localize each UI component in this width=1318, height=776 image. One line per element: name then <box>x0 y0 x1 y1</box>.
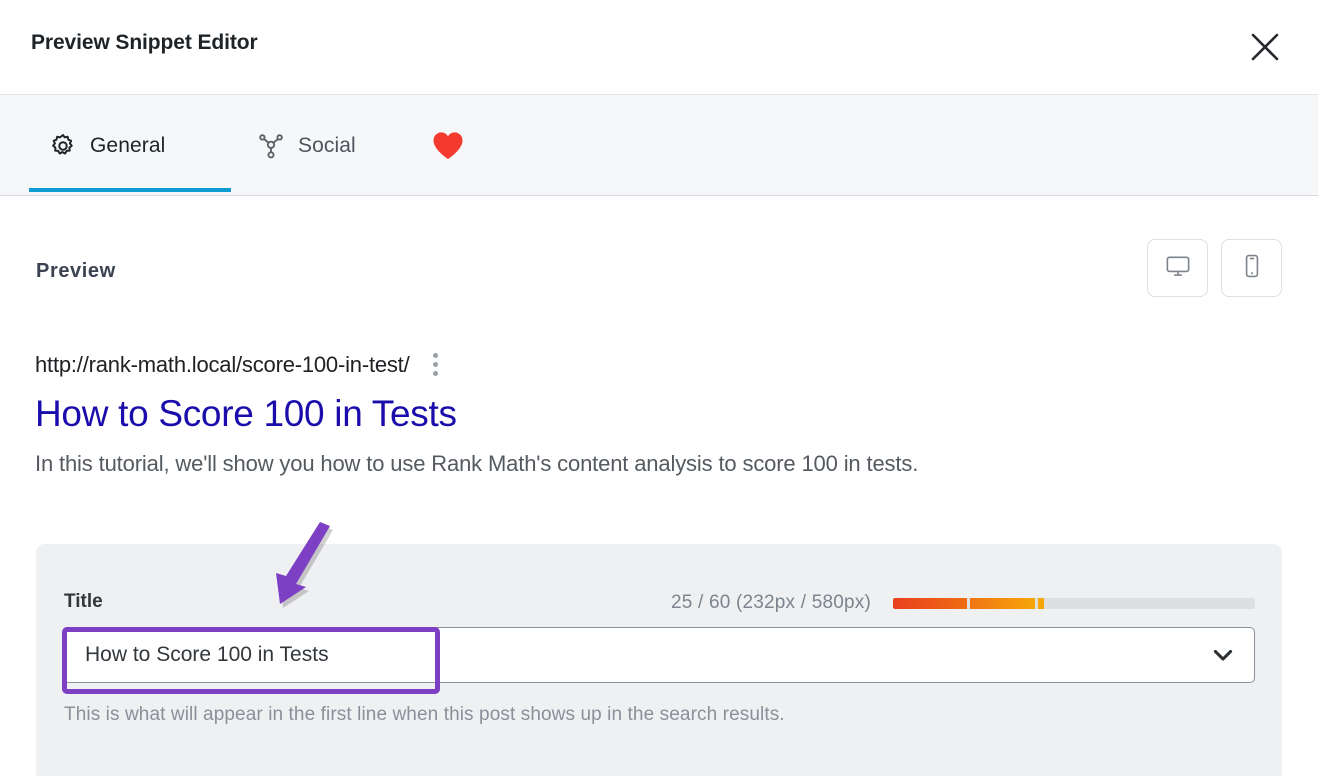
tab-general[interactable]: General <box>29 95 185 196</box>
device-mobile-button[interactable] <box>1221 239 1282 297</box>
tab-general-label: General <box>90 134 165 158</box>
mobile-phone-icon <box>1239 253 1265 284</box>
gear-icon <box>49 132 77 160</box>
modal-header: Preview Snippet Editor <box>0 0 1318 95</box>
title-field-panel: Title 25 / 60 (232px / 580px) This is wh… <box>36 544 1282 776</box>
three-dots-vertical-icon[interactable] <box>427 350 444 379</box>
title-input-row <box>63 627 1255 683</box>
tab-favorite[interactable] <box>418 95 478 196</box>
close-button[interactable] <box>1238 20 1292 74</box>
meter-segment-3 <box>1038 598 1044 609</box>
serp-url-row: http://rank-math.local/score-100-in-test… <box>35 350 1235 379</box>
title-input[interactable] <box>63 627 1255 683</box>
preview-snippet-editor-modal: Preview Snippet Editor General <box>0 0 1318 776</box>
tab-social-label: Social <box>298 134 356 158</box>
serp-description: In this tutorial, we'll show you how to … <box>35 450 1235 478</box>
tab-bar: General Social <box>0 95 1318 196</box>
meter-segment-2 <box>970 598 1035 609</box>
page-title: Preview Snippet Editor <box>31 31 258 55</box>
serp-title[interactable]: How to Score 100 in Tests <box>35 393 1235 434</box>
chevron-down-icon[interactable] <box>1209 641 1237 669</box>
close-icon <box>1248 30 1282 64</box>
active-tab-underline <box>29 188 231 192</box>
heart-icon <box>432 131 464 160</box>
preview-heading: Preview <box>36 260 116 283</box>
tab-social[interactable]: Social <box>237 95 376 196</box>
title-length-meter <box>893 598 1255 609</box>
title-character-counter: 25 / 60 (232px / 580px) <box>671 592 871 614</box>
meter-segment-1 <box>893 598 967 609</box>
share-nodes-icon <box>257 132 285 160</box>
serp-url: http://rank-math.local/score-100-in-test… <box>35 352 410 378</box>
desktop-monitor-icon <box>1165 253 1191 284</box>
title-field-help-text: This is what will appear in the first li… <box>64 704 785 726</box>
device-desktop-button[interactable] <box>1147 239 1208 297</box>
title-field-label: Title <box>64 591 103 613</box>
device-toggle-group <box>1147 239 1282 297</box>
serp-preview: http://rank-math.local/score-100-in-test… <box>35 350 1235 478</box>
title-counter-group: 25 / 60 (232px / 580px) <box>671 592 1255 614</box>
